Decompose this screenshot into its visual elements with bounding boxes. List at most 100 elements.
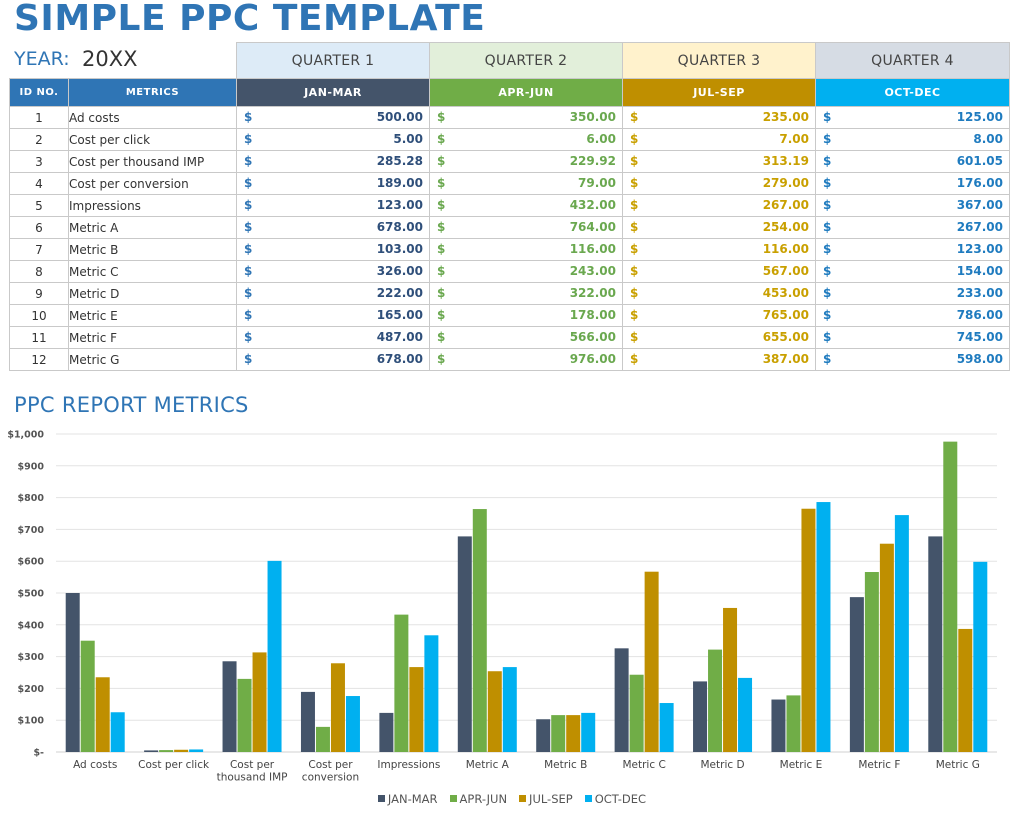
value-cell[interactable]: $176.00 bbox=[815, 172, 1010, 195]
value-cell[interactable]: $229.92 bbox=[429, 150, 623, 173]
value-cell[interactable]: $103.00 bbox=[236, 238, 430, 261]
value-cell[interactable]: $678.00 bbox=[236, 348, 430, 371]
value-cell[interactable]: $7.00 bbox=[622, 128, 816, 151]
id-cell[interactable]: 12 bbox=[9, 348, 69, 371]
metric-name-cell[interactable]: Metric D bbox=[68, 282, 237, 305]
value-cell[interactable]: $222.00 bbox=[236, 282, 430, 305]
value-cell[interactable]: $764.00 bbox=[429, 216, 623, 239]
currency-symbol: $ bbox=[630, 176, 639, 190]
value-cell[interactable]: $267.00 bbox=[622, 194, 816, 217]
legend-label: JAN-MAR bbox=[387, 792, 438, 806]
value-cell[interactable]: $432.00 bbox=[429, 194, 623, 217]
metric-name-cell[interactable]: Metric B bbox=[68, 238, 237, 261]
value-cell[interactable]: $566.00 bbox=[429, 326, 623, 349]
value-cell[interactable]: $601.05 bbox=[815, 150, 1010, 173]
value-cell[interactable]: $8.00 bbox=[815, 128, 1010, 151]
value-cell[interactable]: $745.00 bbox=[815, 326, 1010, 349]
value-amount: 125.00 bbox=[956, 110, 1003, 124]
value-cell[interactable]: $178.00 bbox=[429, 304, 623, 327]
metric-name-cell[interactable]: Metric E bbox=[68, 304, 237, 327]
value-cell[interactable]: $350.00 bbox=[429, 106, 623, 129]
bar-jul-sep bbox=[644, 571, 659, 752]
bar-jan-mar bbox=[614, 648, 629, 752]
id-cell[interactable]: 1 bbox=[9, 106, 69, 129]
id-cell[interactable]: 6 bbox=[9, 216, 69, 239]
value-cell[interactable]: $655.00 bbox=[622, 326, 816, 349]
value-amount: 178.00 bbox=[569, 308, 616, 322]
value-cell[interactable]: $598.00 bbox=[815, 348, 1010, 371]
value-amount: 123.00 bbox=[956, 242, 1003, 256]
value-amount: 567.00 bbox=[762, 264, 809, 278]
value-cell[interactable]: $6.00 bbox=[429, 128, 623, 151]
id-cell[interactable]: 3 bbox=[9, 150, 69, 173]
legend-item[interactable]: JAN-MAR bbox=[377, 792, 438, 806]
value-amount: 267.00 bbox=[956, 220, 1003, 234]
id-cell[interactable]: 4 bbox=[9, 172, 69, 195]
value-cell[interactable]: $123.00 bbox=[815, 238, 1010, 261]
x-tick-label: Metric B bbox=[544, 759, 587, 771]
metric-name-cell[interactable]: Metric A bbox=[68, 216, 237, 239]
value-amount: 6.00 bbox=[586, 132, 616, 146]
value-cell[interactable]: $387.00 bbox=[622, 348, 816, 371]
bar-apr-jun bbox=[237, 678, 252, 752]
value-cell[interactable]: $5.00 bbox=[236, 128, 430, 151]
value-cell[interactable]: $678.00 bbox=[236, 216, 430, 239]
metric-name-cell[interactable]: Cost per click bbox=[68, 128, 237, 151]
value-cell[interactable]: $976.00 bbox=[429, 348, 623, 371]
metric-name-cell[interactable]: Ad costs bbox=[68, 106, 237, 129]
value-cell[interactable]: $189.00 bbox=[236, 172, 430, 195]
bar-apr-jun bbox=[315, 726, 330, 752]
y-tick-label: $1,000 bbox=[7, 430, 44, 441]
metric-name-cell[interactable]: Cost per conversion bbox=[68, 172, 237, 195]
value-cell[interactable]: $154.00 bbox=[815, 260, 1010, 283]
value-cell[interactable]: $254.00 bbox=[622, 216, 816, 239]
value-cell[interactable]: $322.00 bbox=[429, 282, 623, 305]
value-amount: 598.00 bbox=[956, 352, 1003, 366]
value-cell[interactable]: $243.00 bbox=[429, 260, 623, 283]
legend-item[interactable]: APR-JUN bbox=[449, 792, 507, 806]
metric-name-cell[interactable]: Metric G bbox=[68, 348, 237, 371]
x-tick-label: Cost per bbox=[230, 759, 275, 771]
value-cell[interactable]: $125.00 bbox=[815, 106, 1010, 129]
currency-symbol: $ bbox=[823, 176, 832, 190]
value-cell[interactable]: $487.00 bbox=[236, 326, 430, 349]
id-cell[interactable]: 7 bbox=[9, 238, 69, 261]
currency-symbol: $ bbox=[823, 352, 832, 366]
value-cell[interactable]: $233.00 bbox=[815, 282, 1010, 305]
metric-name-cell[interactable]: Impressions bbox=[68, 194, 237, 217]
value-cell[interactable]: $79.00 bbox=[429, 172, 623, 195]
id-cell[interactable]: 10 bbox=[9, 304, 69, 327]
value-cell[interactable]: $786.00 bbox=[815, 304, 1010, 327]
value-amount: 367.00 bbox=[956, 198, 1003, 212]
value-cell[interactable]: $313.19 bbox=[622, 150, 816, 173]
id-cell[interactable]: 9 bbox=[9, 282, 69, 305]
value-cell[interactable]: $500.00 bbox=[236, 106, 430, 129]
value-cell[interactable]: $165.00 bbox=[236, 304, 430, 327]
legend-item[interactable]: OCT-DEC bbox=[584, 792, 646, 806]
metric-name-cell[interactable]: Metric F bbox=[68, 326, 237, 349]
value-cell[interactable]: $116.00 bbox=[429, 238, 623, 261]
id-cell[interactable]: 5 bbox=[9, 194, 69, 217]
value-cell[interactable]: $765.00 bbox=[622, 304, 816, 327]
value-cell[interactable]: $326.00 bbox=[236, 260, 430, 283]
y-tick-label: $400 bbox=[18, 620, 45, 631]
currency-symbol: $ bbox=[437, 286, 446, 300]
value-amount: 655.00 bbox=[762, 330, 809, 344]
value-cell[interactable]: $285.28 bbox=[236, 150, 430, 173]
value-cell[interactable]: $123.00 bbox=[236, 194, 430, 217]
value-cell[interactable]: $567.00 bbox=[622, 260, 816, 283]
value-cell[interactable]: $116.00 bbox=[622, 238, 816, 261]
value-amount: 313.19 bbox=[762, 154, 809, 168]
value-cell[interactable]: $453.00 bbox=[622, 282, 816, 305]
legend-item[interactable]: JUL-SEP bbox=[519, 792, 573, 806]
value-cell[interactable]: $279.00 bbox=[622, 172, 816, 195]
id-cell[interactable]: 2 bbox=[9, 128, 69, 151]
metric-name-cell[interactable]: Cost per thousand IMP bbox=[68, 150, 237, 173]
id-cell[interactable]: 11 bbox=[9, 326, 69, 349]
id-cell[interactable]: 8 bbox=[9, 260, 69, 283]
value-cell[interactable]: $367.00 bbox=[815, 194, 1010, 217]
currency-symbol: $ bbox=[437, 176, 446, 190]
value-cell[interactable]: $235.00 bbox=[622, 106, 816, 129]
value-cell[interactable]: $267.00 bbox=[815, 216, 1010, 239]
metric-name-cell[interactable]: Metric C bbox=[68, 260, 237, 283]
